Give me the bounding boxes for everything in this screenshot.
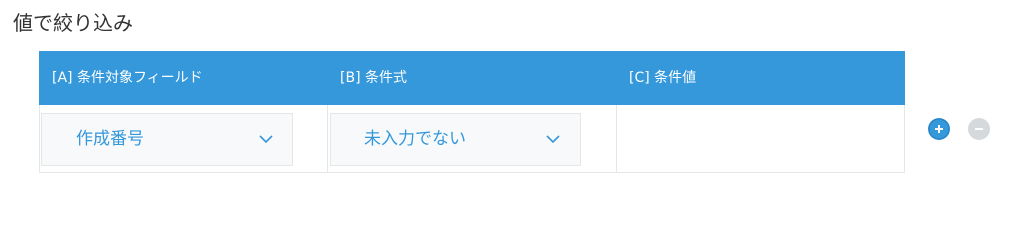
- field-select[interactable]: 作成番号: [41, 113, 293, 166]
- condition-table: [A] 条件対象フィールド [B] 条件式 [C] 条件値 作成番号 未入力でな…: [39, 51, 905, 173]
- minus-icon: [968, 118, 990, 140]
- field-select-value: 作成番号: [76, 129, 144, 149]
- column-header-condition: [B] 条件式: [340, 70, 407, 86]
- chevron-down-icon: [259, 135, 273, 144]
- filter-by-value-panel: 値で絞り込み [A] 条件対象フィールド [B] 条件式 [C] 条件値 作成番…: [0, 0, 1024, 222]
- column-divider: [327, 105, 328, 173]
- section-title: 値で絞り込み: [13, 11, 133, 35]
- column-header-field: [A] 条件対象フィールド: [52, 70, 203, 86]
- chevron-down-icon: [546, 135, 560, 144]
- column-header-value: [C] 条件値: [629, 70, 697, 86]
- remove-condition-button[interactable]: [968, 118, 990, 140]
- plus-icon: [928, 118, 950, 140]
- condition-value-cell[interactable]: [617, 105, 904, 172]
- add-condition-button[interactable]: [928, 118, 950, 140]
- condition-select-value: 未入力でない: [364, 129, 466, 149]
- table-header: [A] 条件対象フィールド [B] 条件式 [C] 条件値: [39, 51, 905, 105]
- condition-select[interactable]: 未入力でない: [330, 113, 581, 166]
